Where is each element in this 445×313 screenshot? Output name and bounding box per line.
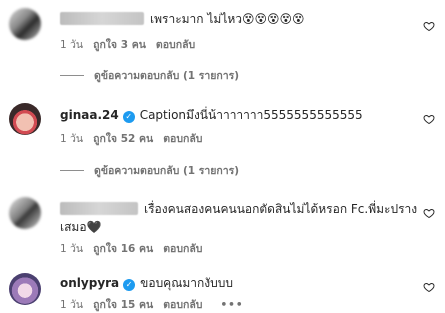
comment-text-line1: เรื่องคนสองคนคนนอกตัดสินไม่ได้หรอก Fc.พี… <box>144 202 418 216</box>
comment-time[interactable]: 1 วัน <box>60 299 83 311</box>
comment-meta: 1 วัน ถูกใจ 52 คน ตอบกลับ <box>60 132 212 146</box>
username-redacted[interactable] <box>60 12 144 25</box>
heart-icon[interactable] <box>423 20 435 32</box>
comment-text: ขอบคุณมากงับบบ <box>140 276 233 290</box>
view-replies-2[interactable]: ดูข้อความตอบกลับ (1 รายการ) <box>60 164 239 178</box>
reply-button[interactable]: ตอบกลับ <box>156 39 195 51</box>
avatar[interactable] <box>9 8 41 40</box>
more-options-button[interactable]: ••• <box>220 299 243 311</box>
avatar[interactable] <box>9 197 41 229</box>
verified-badge-icon: ✓ <box>123 279 136 291</box>
comment-text-line2: เสมอ🖤 <box>60 220 102 234</box>
like-count[interactable]: ถูกใจ 16 คน <box>93 243 153 255</box>
like-count[interactable]: ถูกใจ 52 คน <box>93 133 153 145</box>
heart-icon[interactable] <box>423 113 435 125</box>
like-count[interactable]: ถูกใจ 3 คน <box>93 39 146 51</box>
username[interactable]: onlypyra <box>60 276 119 290</box>
view-replies-1[interactable]: ดูข้อความตอบกลับ (1 รายการ) <box>60 69 239 83</box>
heart-icon[interactable] <box>423 207 435 219</box>
avatar[interactable] <box>9 103 41 135</box>
comment-meta: 1 วัน ถูกใจ 16 คน ตอบกลับ <box>60 242 212 256</box>
username[interactable]: ginaa.24 <box>60 108 119 122</box>
comment-text: เพราะมาก ไม่ไหว😵😵😵😵😵 <box>150 12 305 26</box>
reply-button[interactable]: ตอบกลับ <box>163 299 202 311</box>
divider-dash <box>60 75 84 76</box>
avatar[interactable] <box>9 273 41 305</box>
heart-icon[interactable] <box>423 281 435 293</box>
comment-meta: 1 วัน ถูกใจ 15 คน ตอบกลับ ••• <box>60 298 254 312</box>
comment-time[interactable]: 1 วัน <box>60 39 83 51</box>
reply-button[interactable]: ตอบกลับ <box>163 133 202 145</box>
comment-meta: 1 วัน ถูกใจ 3 คน ตอบกลับ <box>60 38 205 52</box>
username-redacted[interactable] <box>60 202 138 215</box>
divider-dash <box>60 170 84 171</box>
verified-badge-icon: ✓ <box>122 111 135 123</box>
comment-time[interactable]: 1 วัน <box>60 243 83 255</box>
like-count[interactable]: ถูกใจ 15 คน <box>93 299 153 311</box>
reply-button[interactable]: ตอบกลับ <box>163 243 202 255</box>
comment-text: Captionมึงนี่น้าาาาาาา5555555555555 <box>139 108 363 122</box>
comment-time[interactable]: 1 วัน <box>60 133 83 145</box>
